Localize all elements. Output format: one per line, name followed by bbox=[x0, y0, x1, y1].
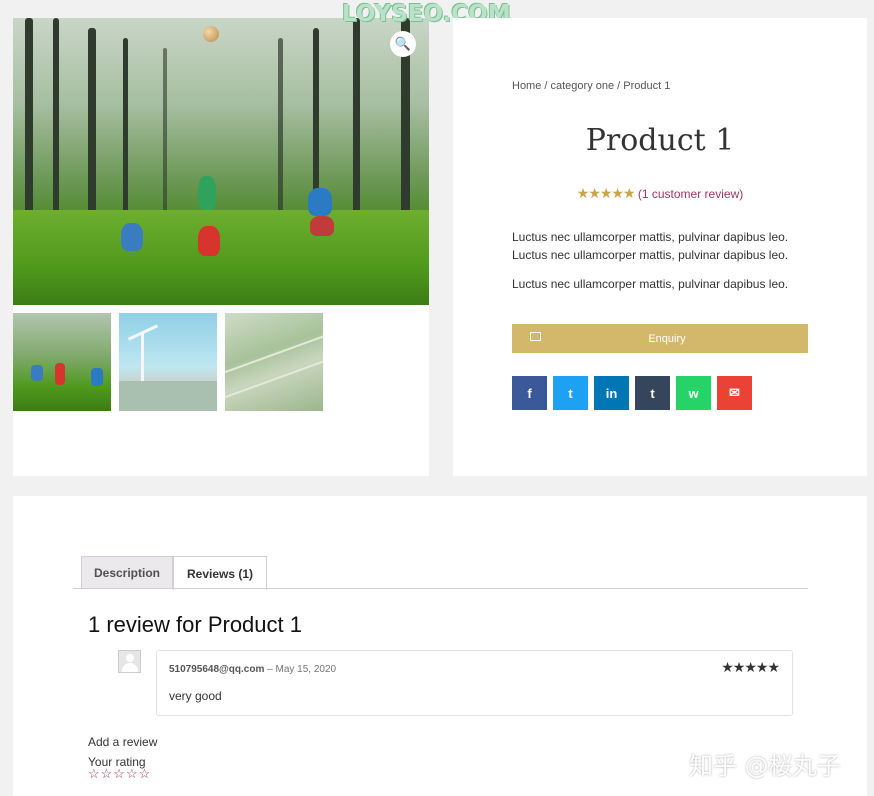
short-description-line-3: Luctus nec ullamcorper mattis, pulvinar … bbox=[512, 277, 789, 291]
rating-stars: ★★★★★ bbox=[576, 185, 636, 201]
review-meta: 510795648@qq.com – May 15, 2020 bbox=[169, 664, 336, 675]
star-rating-input[interactable]: ☆☆☆☆☆ bbox=[88, 766, 151, 782]
tumblr-icon: t bbox=[650, 385, 655, 401]
twitter-share-button[interactable]: t bbox=[553, 376, 588, 410]
ball-in-photo bbox=[203, 26, 219, 42]
review-author: 510795648@qq.com bbox=[169, 664, 265, 675]
review-rating-stars: ★★★★★ bbox=[721, 659, 780, 675]
gallery-thumbnail-2[interactable] bbox=[119, 313, 217, 411]
reviewer-avatar bbox=[118, 650, 141, 673]
enquiry-label: Enquiry bbox=[648, 332, 686, 345]
whatsapp-share-button[interactable]: w bbox=[676, 376, 711, 410]
enquiry-button[interactable]: Enquiry bbox=[512, 324, 808, 353]
main-product-image[interactable] bbox=[13, 18, 429, 305]
envelope-icon bbox=[530, 332, 541, 341]
review-date: May 15, 2020 bbox=[275, 664, 337, 675]
tumblr-share-button[interactable]: t bbox=[635, 376, 670, 410]
gallery-thumbnail-3[interactable] bbox=[225, 313, 323, 411]
breadcrumb[interactable]: Home / category one / Product 1 bbox=[512, 80, 670, 92]
linkedin-icon: in bbox=[605, 385, 618, 401]
review-separator: – bbox=[264, 664, 276, 675]
facebook-share-button[interactable]: f bbox=[512, 376, 547, 410]
short-description-line-1: Luctus nec ullamcorper mattis, pulvinar … bbox=[512, 230, 789, 244]
gallery-thumbnail-1[interactable] bbox=[13, 313, 111, 411]
tab-reviews[interactable]: Reviews (1) bbox=[173, 556, 267, 590]
corner-watermark: 知乎 @桜丸子 bbox=[689, 752, 841, 780]
product-gallery: 🔍 bbox=[13, 18, 429, 476]
tab-divider bbox=[73, 588, 808, 589]
add-review-heading: Add a review bbox=[88, 735, 158, 749]
review-text: very good bbox=[169, 689, 222, 703]
product-summary: Home / category one / Product 1 Product … bbox=[453, 18, 867, 476]
zoom-icon[interactable]: 🔍 bbox=[390, 31, 416, 57]
product-rating: ★★★★★ (1 customer review) bbox=[453, 185, 867, 202]
whatsapp-icon: w bbox=[688, 385, 699, 401]
product-title: Product 1 bbox=[585, 123, 735, 158]
facebook-icon: f bbox=[527, 385, 532, 401]
linkedin-share-button[interactable]: in bbox=[594, 376, 629, 410]
customer-review-link[interactable]: (1 customer review) bbox=[638, 187, 743, 201]
twitter-icon: t bbox=[568, 385, 573, 401]
email-icon: ✉ bbox=[729, 385, 740, 400]
review-item: 510795648@qq.com – May 15, 2020 ★★★★★ ve… bbox=[156, 650, 793, 716]
reviews-title: 1 review for Product 1 bbox=[88, 612, 302, 637]
tab-description[interactable]: Description bbox=[81, 556, 173, 589]
email-share-button[interactable]: ✉ bbox=[717, 376, 752, 410]
short-description-line-2: Luctus nec ullamcorper mattis, pulvinar … bbox=[512, 248, 789, 262]
